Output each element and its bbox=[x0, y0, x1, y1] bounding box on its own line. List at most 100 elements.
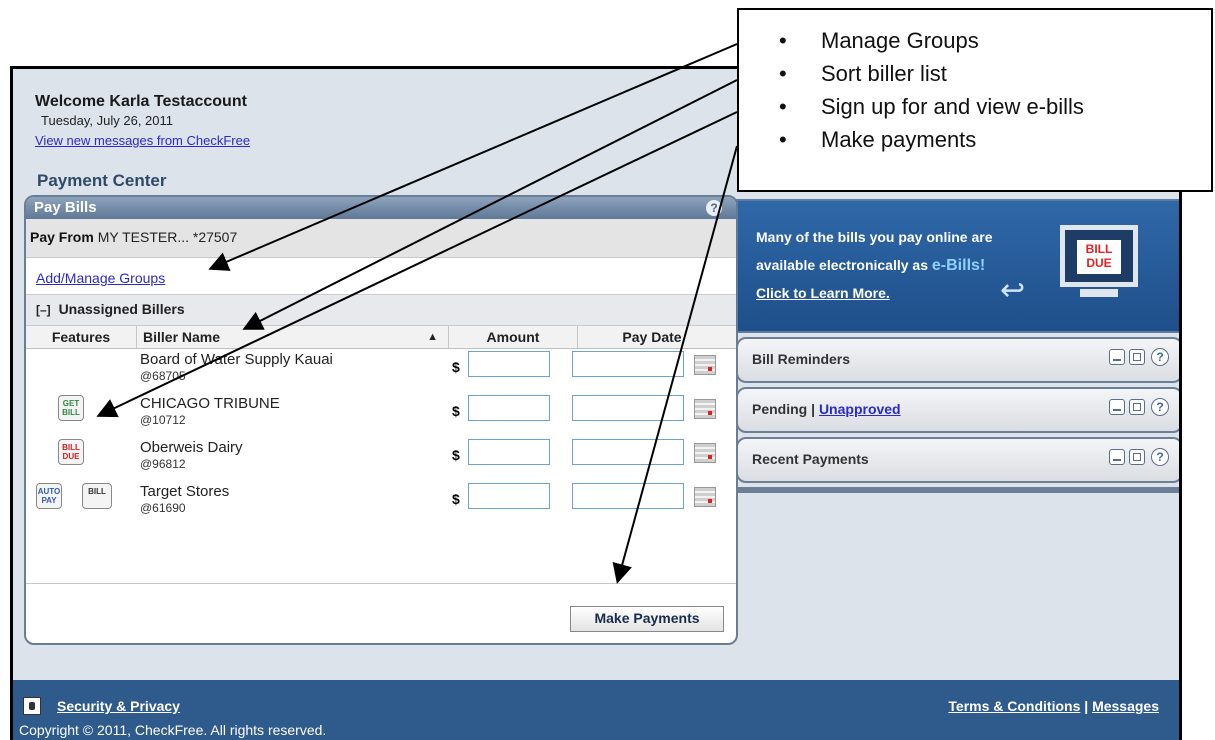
biller-id: @61690 bbox=[140, 501, 186, 515]
pay-date-input[interactable] bbox=[572, 395, 684, 421]
callout-item: Make payments bbox=[779, 123, 1211, 156]
recent-payments-widget: Recent Payments ? bbox=[736, 437, 1179, 483]
biller-name: Target Stores bbox=[140, 483, 230, 500]
calendar-icon[interactable] bbox=[694, 355, 716, 375]
annotation-callout-box: Manage Groups Sort biller list Sign up f… bbox=[737, 8, 1213, 192]
pay-bills-panel: Pay Bills ? Pay From MY TESTER... *27507… bbox=[24, 195, 738, 645]
help-icon[interactable]: ? bbox=[1151, 448, 1169, 466]
amount-input[interactable] bbox=[468, 483, 550, 509]
amount-column-header: Amount bbox=[449, 326, 578, 348]
biller-id: @68705 bbox=[140, 369, 186, 383]
monitor-screen-text: BILL DUE bbox=[1077, 240, 1121, 274]
unassigned-billers-label: Unassigned Billers bbox=[58, 301, 185, 317]
biller-id: @10712 bbox=[140, 413, 186, 427]
biller-row: Board of Water Supply Kauai @68705 $ bbox=[26, 349, 736, 393]
help-icon[interactable]: ? bbox=[706, 200, 722, 216]
currency-symbol: $ bbox=[452, 403, 460, 419]
pending-widget: Pending | Unapproved ? bbox=[736, 387, 1179, 433]
pay-from-row: Pay From MY TESTER... *27507 bbox=[26, 219, 736, 258]
make-payments-button[interactable]: Make Payments bbox=[570, 606, 724, 632]
biller-name: Oberweis Dairy bbox=[140, 439, 243, 456]
currency-symbol: $ bbox=[452, 491, 460, 507]
biller-name: Board of Water Supply Kauai bbox=[140, 351, 333, 368]
help-icon[interactable]: ? bbox=[1151, 398, 1169, 416]
groups-row: Add/Manage Groups bbox=[26, 258, 736, 294]
biller-row: GET BILL CHICAGO TRIBUNE @10712 $ bbox=[26, 393, 736, 437]
callout-item: Sign up for and view e-bills bbox=[779, 90, 1211, 123]
pay-from-account[interactable]: MY TESTER... *27507 bbox=[98, 229, 238, 245]
sort-ascending-icon[interactable]: ▲ bbox=[427, 326, 438, 348]
maximize-icon[interactable] bbox=[1129, 399, 1145, 415]
bill-due-icon[interactable]: BILL DUE bbox=[58, 439, 84, 465]
amount-input[interactable] bbox=[468, 439, 550, 465]
learn-more-link[interactable]: Click to Learn More. bbox=[756, 285, 890, 301]
pay-date-input[interactable] bbox=[572, 439, 684, 465]
biller-row: AUTO PAY BILL Target Stores @61690 $ bbox=[26, 481, 736, 525]
biller-name-column-header[interactable]: Biller Name ▲ bbox=[137, 326, 449, 348]
arrow-icon: ↩ bbox=[1000, 274, 1026, 307]
biller-name-label[interactable]: Biller Name bbox=[143, 329, 220, 345]
biller-id: @96812 bbox=[140, 457, 186, 471]
unapproved-link[interactable]: Unapproved bbox=[819, 401, 901, 417]
calendar-icon[interactable] bbox=[694, 399, 716, 419]
welcome-title: Welcome Karla Testaccount bbox=[35, 93, 247, 110]
pending-label-group: Pending | Unapproved bbox=[752, 401, 901, 417]
billers-table-header: Features Biller Name ▲ Amount Pay Date bbox=[26, 326, 736, 349]
pay-date-input[interactable] bbox=[572, 483, 684, 509]
currency-symbol: $ bbox=[452, 359, 460, 375]
recent-payments-label[interactable]: Recent Payments bbox=[752, 451, 869, 467]
separator: | bbox=[1080, 698, 1093, 714]
calendar-icon[interactable] bbox=[694, 443, 716, 463]
biller-row: BILL DUE Oberweis Dairy @96812 $ bbox=[26, 437, 736, 481]
biller-name: CHICAGO TRIBUNE bbox=[140, 395, 280, 412]
auto-pay-icon[interactable]: AUTO PAY bbox=[36, 483, 62, 509]
terms-link[interactable]: Terms & Conditions bbox=[948, 698, 1080, 714]
pending-label[interactable]: Pending bbox=[752, 401, 807, 417]
ebill-banner[interactable]: Many of the bills you pay online are ava… bbox=[736, 199, 1179, 333]
get-bill-icon[interactable]: GET BILL bbox=[58, 395, 84, 421]
page-footer: Security & Privacy Copyright © 2011, Che… bbox=[13, 680, 1179, 740]
minimize-icon[interactable] bbox=[1109, 349, 1125, 365]
messages-link[interactable]: View new messages from CheckFree bbox=[35, 133, 250, 148]
amount-input[interactable] bbox=[468, 395, 550, 421]
callout-item: Sort biller list bbox=[779, 57, 1211, 90]
separator: | bbox=[807, 401, 819, 417]
bill-icon[interactable]: BILL bbox=[82, 483, 112, 509]
messages-link[interactable]: Messages bbox=[1092, 698, 1159, 714]
security-privacy-link[interactable]: Security & Privacy bbox=[57, 698, 180, 714]
maximize-icon[interactable] bbox=[1129, 349, 1145, 365]
right-column: Many of the bills you pay online are ava… bbox=[736, 199, 1179, 493]
pay-bills-footer: Make Payments bbox=[26, 583, 736, 632]
ebill-line2: available electronically as e-Bills! bbox=[756, 257, 985, 275]
maximize-icon[interactable] bbox=[1129, 449, 1145, 465]
collapse-toggle[interactable]: [–] bbox=[36, 303, 51, 317]
copyright-text: Copyright © 2011, CheckFree. All rights … bbox=[19, 722, 327, 738]
currency-symbol: $ bbox=[452, 447, 460, 463]
footer-links: Terms & Conditions | Messages bbox=[948, 698, 1159, 714]
features-column-header: Features bbox=[26, 326, 137, 348]
monitor-stand-icon bbox=[1080, 289, 1118, 297]
calendar-icon[interactable] bbox=[694, 487, 716, 507]
help-icon[interactable]: ? bbox=[1151, 348, 1169, 366]
pay-date-input[interactable] bbox=[572, 351, 684, 377]
ebill-line1: Many of the bills you pay online are bbox=[756, 229, 993, 245]
callout-list: Manage Groups Sort biller list Sign up f… bbox=[739, 10, 1211, 156]
payment-center-title: Payment Center bbox=[37, 171, 167, 190]
bill-reminders-widget: Bill Reminders ? bbox=[736, 337, 1179, 383]
minimize-icon[interactable] bbox=[1109, 449, 1125, 465]
right-column-bottom-bar bbox=[736, 487, 1179, 493]
minimize-icon[interactable] bbox=[1109, 399, 1125, 415]
ebill-line2-text: available electronically as bbox=[756, 257, 932, 273]
pay-from-label: Pay From bbox=[30, 229, 94, 245]
pay-date-column-header: Pay Date bbox=[622, 329, 682, 345]
lock-icon bbox=[23, 697, 41, 715]
callout-item: Manage Groups bbox=[779, 24, 1211, 57]
welcome-date: Tuesday, July 26, 2011 bbox=[41, 113, 174, 128]
add-manage-groups-link[interactable]: Add/Manage Groups bbox=[36, 270, 165, 286]
unassigned-billers-header[interactable]: [–] Unassigned Billers bbox=[26, 294, 736, 326]
amount-input[interactable] bbox=[468, 351, 550, 377]
monitor-icon: BILL DUE bbox=[1060, 225, 1138, 287]
pay-bills-header: Pay Bills ? bbox=[26, 197, 736, 219]
ebill-highlight: e-Bills! bbox=[931, 257, 986, 274]
bill-reminders-label[interactable]: Bill Reminders bbox=[752, 351, 850, 367]
